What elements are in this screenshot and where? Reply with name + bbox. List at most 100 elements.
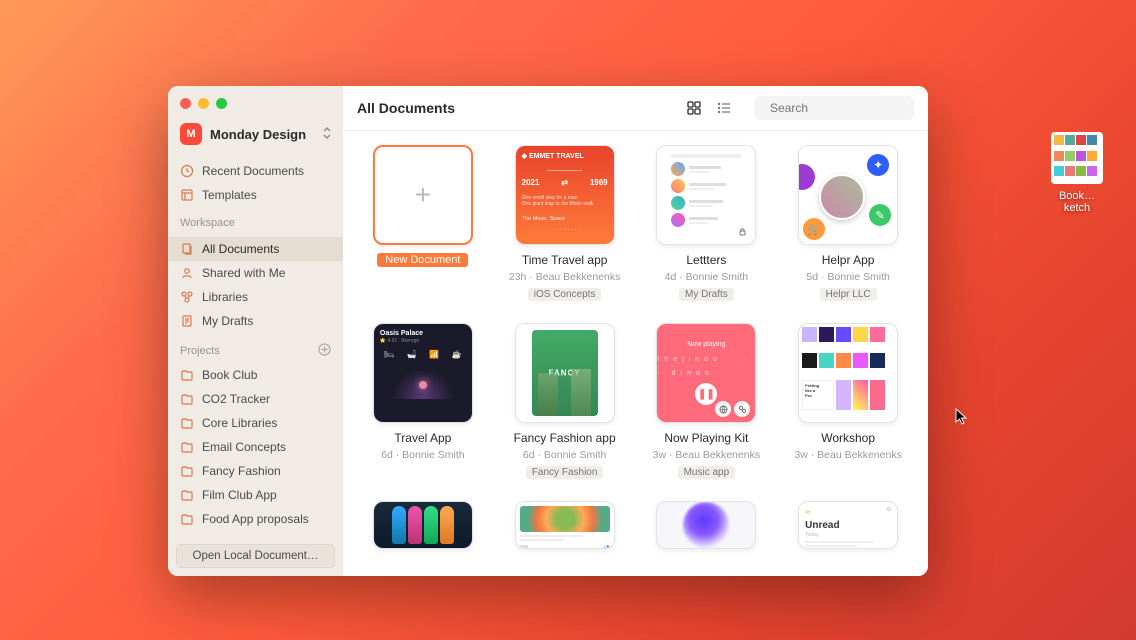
document-meta: 6d · Bonnie Smith (523, 449, 606, 461)
sidebar: M Monday Design Recent Documents Templat… (168, 86, 343, 576)
document-thumbnail: ≈UnreadToday (798, 501, 898, 549)
new-document-button[interactable]: + New Document (361, 145, 485, 301)
workspace-logo: M (180, 123, 202, 145)
shared-icon (180, 266, 194, 280)
document-title: Travel App (394, 431, 451, 445)
open-local-document-button[interactable]: Open Local Document… (176, 544, 335, 568)
sidebar-item-label: Libraries (202, 289, 248, 305)
search-input[interactable] (770, 101, 925, 115)
desktop-file-label: Book…ketch (1048, 190, 1106, 214)
mouse-cursor (955, 408, 969, 426)
documents-icon (180, 242, 194, 256)
document-tag: Fancy Fashion (526, 466, 604, 479)
document-item[interactable]: ≈UnreadToday (786, 501, 910, 549)
sidebar-item-recent-documents[interactable]: Recent Documents (168, 159, 343, 183)
sidebar-project-item[interactable]: CO2 Tracker (168, 387, 343, 411)
folder-icon (180, 464, 194, 478)
document-item[interactable]: FANCY Fancy Fashion app 6d · Bonnie Smit… (503, 323, 627, 479)
plus-icon: + (415, 179, 431, 211)
workspace-name: Monday Design (210, 127, 315, 142)
maximize-window-button[interactable] (216, 98, 227, 109)
document-title: Lettters (686, 253, 726, 267)
sidebar-project-item[interactable]: Food App proposals (168, 507, 343, 531)
document-meta: 3w · Beau Bekkenenks (653, 449, 760, 461)
close-window-button[interactable] (180, 98, 191, 109)
document-meta: 4d · Bonnie Smith (665, 271, 748, 283)
sidebar-project-item[interactable]: Film Club App (168, 483, 343, 507)
sidebar-item-label: Book Club (202, 367, 257, 383)
sidebar-project-item[interactable]: Gems Website (168, 531, 343, 536)
document-item[interactable]: ❚❚ (503, 501, 627, 549)
desktop-file-thumb (1051, 132, 1103, 184)
document-tag: My Drafts (679, 288, 734, 301)
document-meta: 23h · Beau Bekkenenks (509, 271, 621, 283)
sidebar-item-templates[interactable]: Templates (168, 183, 343, 207)
document-thumbnail: Oasis Palace⭐ 4.91 ∙ Borrego🛏🛁📶☕ (373, 323, 473, 423)
sidebar-item-libraries[interactable]: Libraries (168, 285, 343, 309)
app-window: M Monday Design Recent Documents Templat… (168, 86, 928, 576)
folder-icon (180, 368, 194, 382)
folder-icon (180, 392, 194, 406)
documents-grid: + New Document ◆ EMMET TRAVEL───────2021… (343, 131, 928, 576)
grid-view-button[interactable] (684, 98, 704, 118)
sidebar-item-all-documents[interactable]: All Documents (168, 237, 343, 261)
document-tag: Helpr LLC (820, 288, 877, 301)
document-item[interactable]: Oasis Palace⭐ 4.91 ∙ Borrego🛏🛁📶☕ Travel … (361, 323, 485, 479)
sidebar-item-shared-with-me[interactable]: Shared with Me (168, 261, 343, 285)
sidebar-item-label: Fancy Fashion (202, 463, 281, 479)
document-tag: iOS Concepts (528, 288, 602, 301)
document-thumbnail: ✦✎🛒 (798, 145, 898, 245)
document-thumbnail: ◆ EMMET TRAVEL───────2021⇄1969One small … (515, 145, 615, 245)
document-meta: 5d · Bonnie Smith (806, 271, 889, 283)
sidebar-item-label: Templates (202, 187, 257, 203)
main-content: All Documents + New Document ◆ EMMET TRA… (343, 86, 928, 576)
document-tag: Music app (678, 466, 736, 479)
list-view-button[interactable] (714, 98, 734, 118)
clock-icon (180, 164, 194, 178)
document-title: Fancy Fashion app (514, 431, 616, 445)
document-item[interactable]: Feelinglike aPro Workshop 3w · Beau Bekk… (786, 323, 910, 479)
sidebar-section-workspace-label: Workspace (168, 211, 343, 233)
sidebar-project-item[interactable]: Fancy Fashion (168, 459, 343, 483)
document-thumbnail (656, 145, 756, 245)
document-meta: 3w · Beau Bekkenenks (794, 449, 901, 461)
sidebar-project-item[interactable]: Email Concepts (168, 435, 343, 459)
add-project-button[interactable] (318, 343, 331, 359)
folder-icon (180, 488, 194, 502)
desktop-file[interactable]: Book…ketch (1048, 132, 1106, 214)
document-item[interactable]: ◆ EMMET TRAVEL───────2021⇄1969One small … (503, 145, 627, 301)
chevron-up-down-icon (323, 127, 331, 142)
sidebar-item-label: Core Libraries (202, 415, 277, 431)
template-icon (180, 188, 194, 202)
page-title: All Documents (357, 100, 664, 116)
minimize-window-button[interactable] (198, 98, 209, 109)
drafts-icon (180, 314, 194, 328)
projects-list: Book Club CO2 Tracker Core Libraries Email … (168, 363, 343, 536)
document-item[interactable]: Lettters 4d · Bonnie Smith My Drafts (645, 145, 769, 301)
sidebar-project-item[interactable]: Core Libraries (168, 411, 343, 435)
document-thumbnail (656, 501, 756, 549)
document-item[interactable]: ✦✎🛒 Helpr App 5d · Bonnie Smith Helpr LL… (786, 145, 910, 301)
folder-icon (180, 440, 194, 454)
toolbar: All Documents (343, 86, 928, 131)
sidebar-item-label: CO2 Tracker (202, 391, 270, 407)
document-title: Now Playing Kit (664, 431, 748, 445)
document-item[interactable] (645, 501, 769, 549)
search-box[interactable] (754, 96, 914, 120)
view-toggle (676, 98, 742, 118)
sidebar-item-label: All Documents (202, 241, 279, 257)
document-item[interactable] (361, 501, 485, 549)
sidebar-item-my-drafts[interactable]: My Drafts (168, 309, 343, 333)
workspace-switcher[interactable]: M Monday Design (168, 117, 343, 155)
document-item[interactable]: Now playingthejindo · · · · · · · · · · … (645, 323, 769, 479)
document-thumbnail: FANCY (515, 323, 615, 423)
libraries-icon (180, 290, 194, 304)
sidebar-item-label: Gems Website (202, 535, 280, 536)
folder-icon (180, 416, 194, 430)
document-title: Time Travel app (522, 253, 608, 267)
sidebar-project-item[interactable]: Book Club (168, 363, 343, 387)
sidebar-item-label: Email Concepts (202, 439, 286, 455)
sidebar-item-label: Recent Documents (202, 163, 304, 179)
sidebar-item-label: Shared with Me (202, 265, 285, 281)
document-thumbnail: Now playingthejindo · · · · · · · · · · … (656, 323, 756, 423)
